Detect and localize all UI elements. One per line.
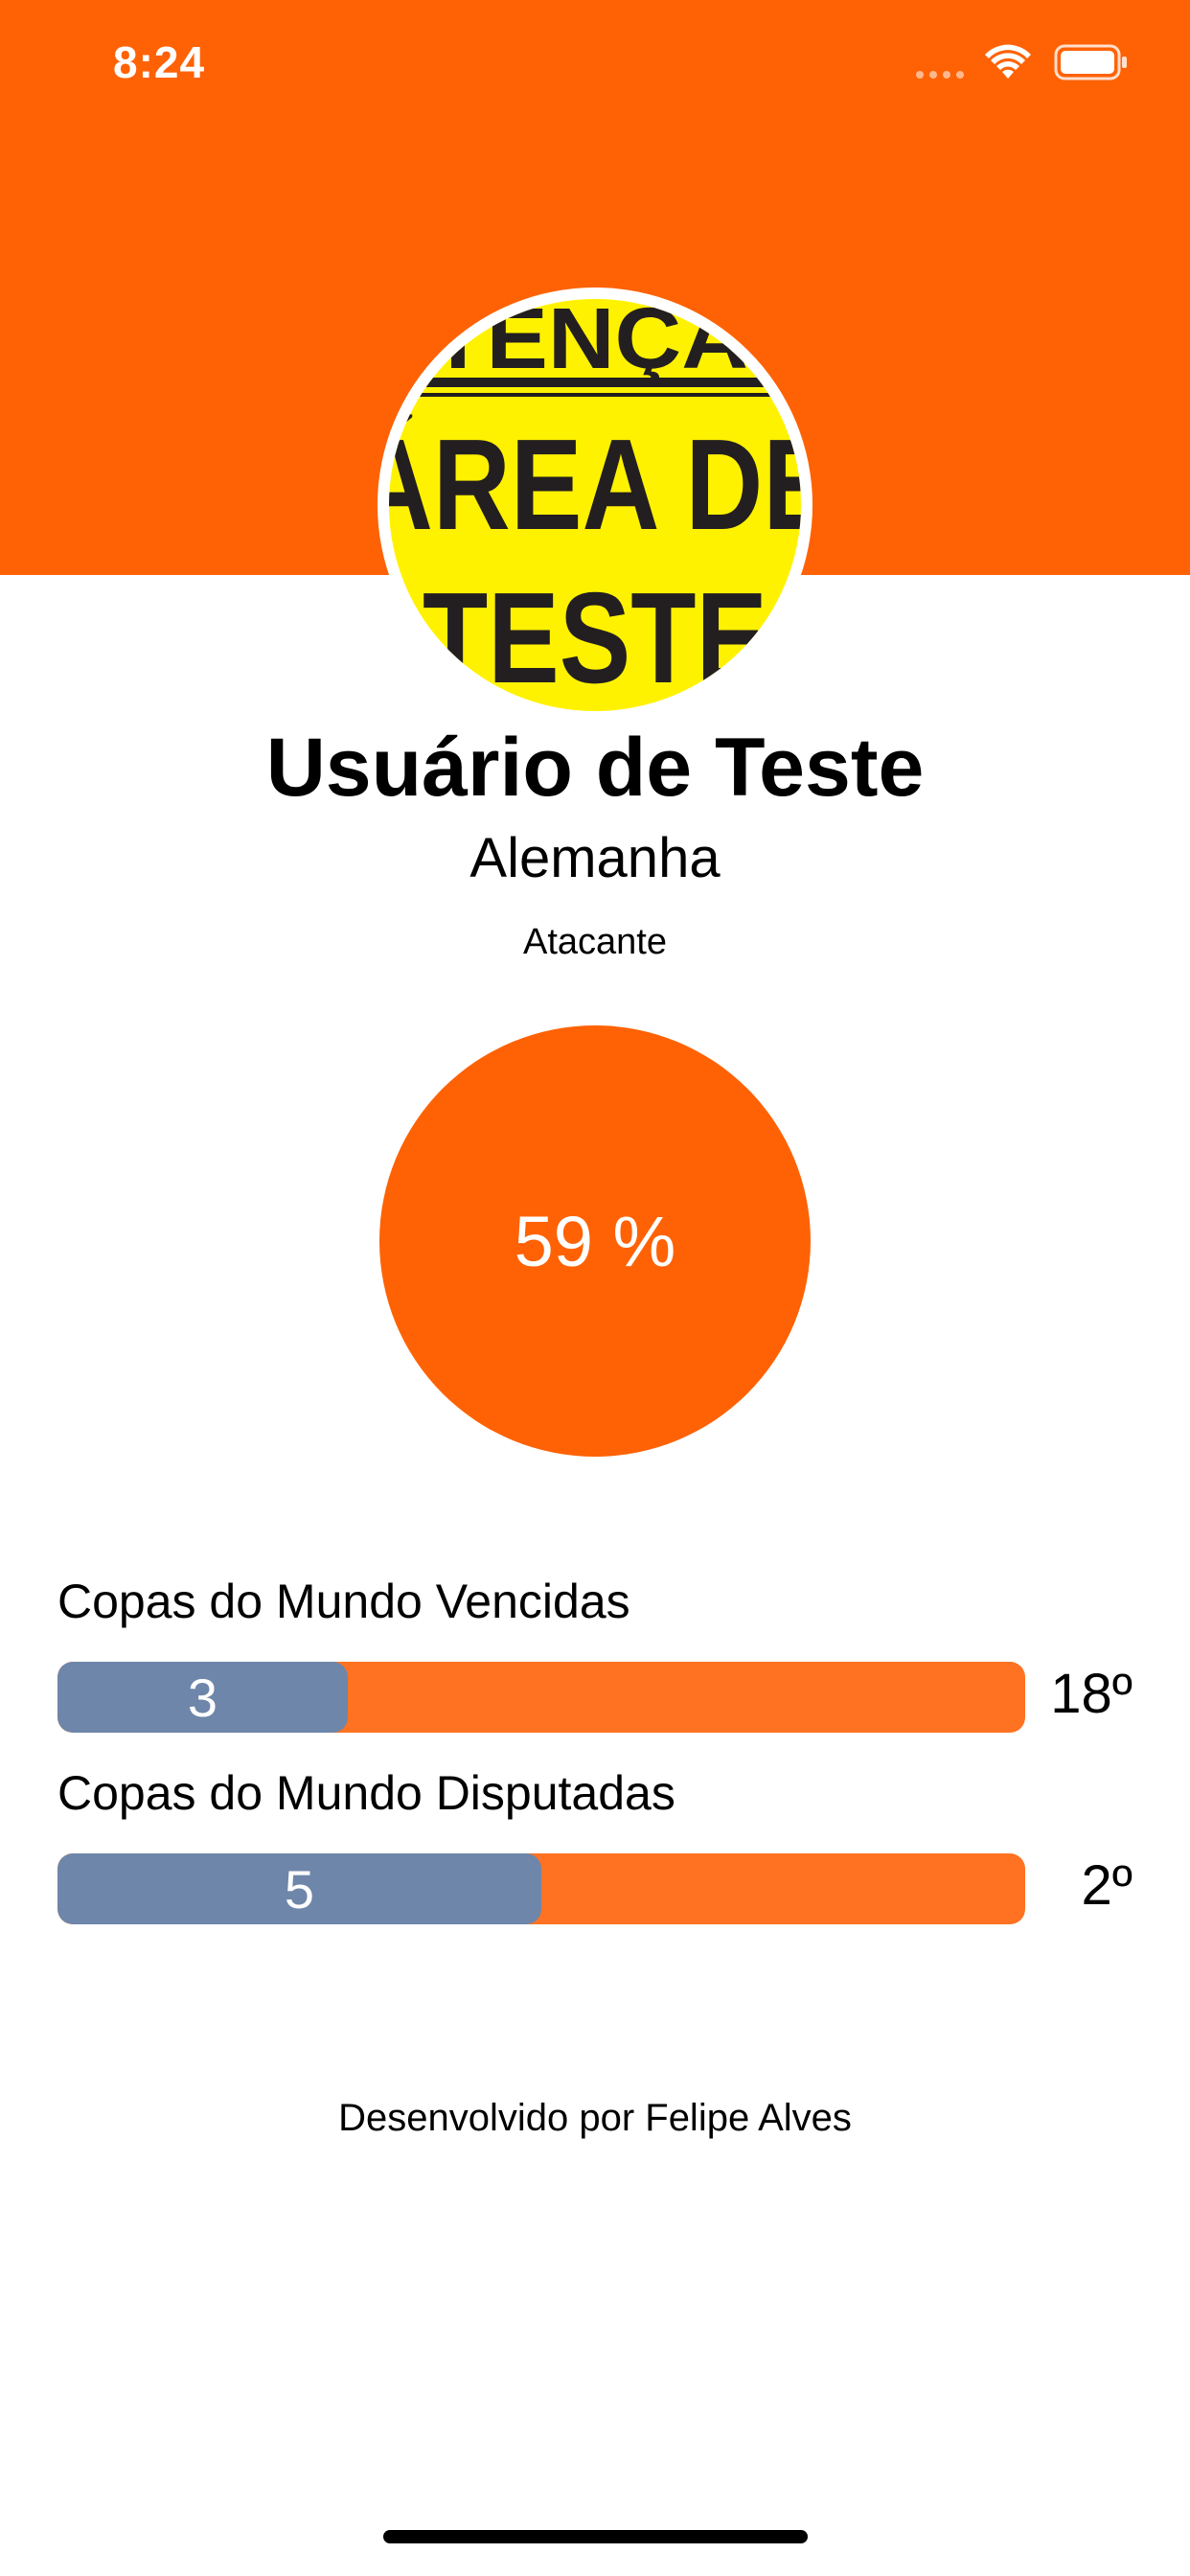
wifi-icon: [983, 42, 1033, 85]
user-position: Atacante: [523, 922, 667, 962]
status-time: 8:24: [113, 37, 206, 87]
battery-icon: [1054, 44, 1129, 85]
avatar-text-line3: TESTE: [423, 565, 767, 710]
stat-bar-wins: 3: [57, 1662, 1025, 1733]
stat-rank-played: 2º: [1081, 1854, 1133, 1917]
home-indicator[interactable]: [383, 2530, 808, 2543]
stat-label-wins: Copas do Mundo Vencidas: [57, 1575, 630, 1628]
stat-bar-played-fill: 5: [57, 1853, 541, 1924]
stat-label-played: Copas do Mundo Disputadas: [57, 1766, 675, 1820]
avatar-image: ATENÇÃO ÁREA DE TESTE: [389, 299, 801, 711]
cellular-signal-icon: [916, 71, 964, 79]
score-circle: 59 %: [379, 1025, 811, 1457]
score-percent: 59 %: [514, 1201, 676, 1281]
avatar[interactable]: ATENÇÃO ÁREA DE TESTE: [378, 288, 812, 723]
user-name: Usuário de Teste: [265, 722, 925, 814]
footer-credits: Desenvolvido por Felipe Alves: [338, 2097, 852, 2139]
stat-bar-played: 5: [57, 1853, 1025, 1924]
avatar-text-line2: ÁREA DE: [389, 412, 801, 557]
stat-bar-wins-fill: 3: [57, 1662, 348, 1733]
user-country: Alemanha: [469, 827, 721, 889]
stat-rank-wins: 18º: [1050, 1663, 1133, 1725]
